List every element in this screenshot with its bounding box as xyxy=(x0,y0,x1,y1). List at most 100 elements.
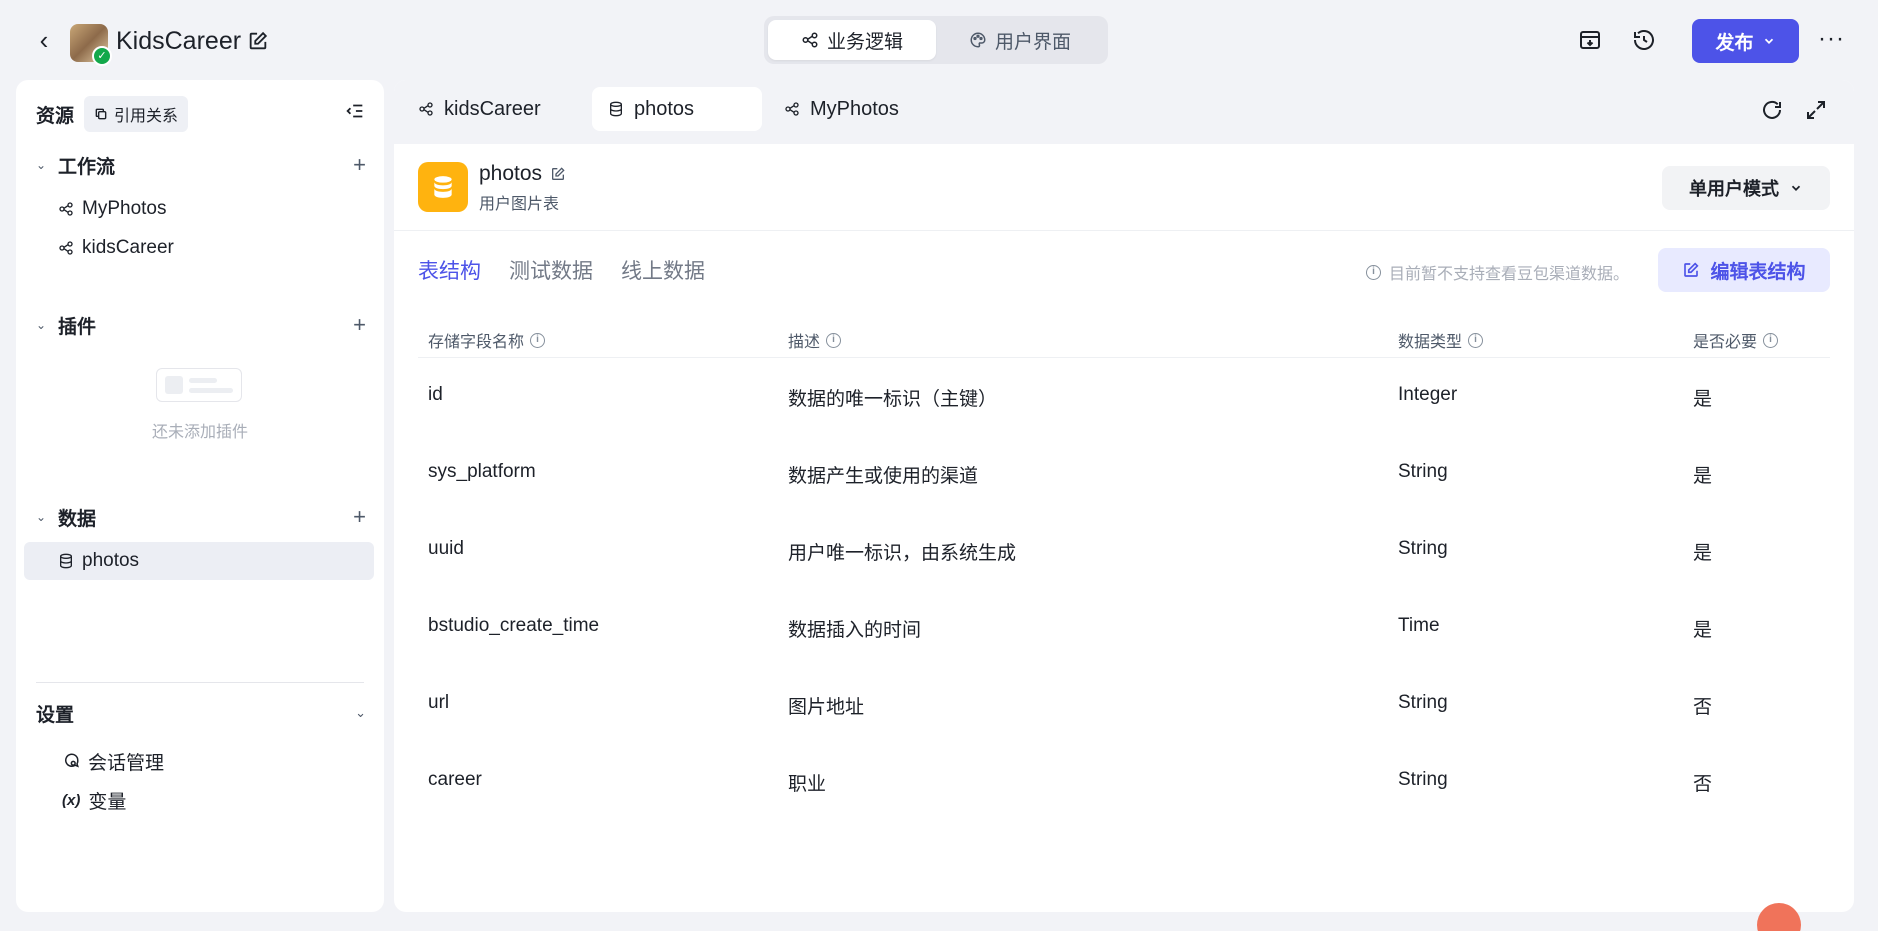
main-panel: kidsCareer photos MyPhotos photos 用户图片表 … xyxy=(394,80,1854,912)
mode-label: 单用户模式 xyxy=(1689,179,1779,199)
chevron-down-icon xyxy=(1791,185,1801,191)
subtab-online-data[interactable]: 线上数据 xyxy=(621,255,705,285)
segment-user-interface[interactable]: 用户界面 xyxy=(936,20,1104,60)
ref-label: 引用关系 xyxy=(114,108,179,125)
sidebar-item-kidscareer[interactable]: kidsCareer xyxy=(24,229,374,267)
database-icon xyxy=(418,162,468,212)
section-workflow[interactable]: ⌄ 工作流 + xyxy=(36,150,366,180)
data-subtabs: 表结构 测试数据 线上数据 xyxy=(418,255,705,285)
resource-description: 用户图片表 xyxy=(479,196,560,213)
sidebar-title: 资源 xyxy=(36,105,75,127)
field-description: 职业 xyxy=(788,774,827,795)
reference-relations-button[interactable]: 引用关系 xyxy=(84,96,189,132)
workflow-icon xyxy=(59,202,73,216)
edit-icon xyxy=(1684,262,1700,277)
collapse-sidebar-icon[interactable] xyxy=(344,100,366,122)
field-name: url xyxy=(428,692,450,713)
copy-link-icon xyxy=(95,108,107,120)
chat-settings-icon xyxy=(65,753,79,768)
sidebar-item-label: photos xyxy=(82,550,140,571)
variable-icon: (x) xyxy=(62,791,81,809)
history-icon[interactable] xyxy=(1632,28,1656,52)
field-required: 是 xyxy=(1693,620,1713,641)
section-label: 数据 xyxy=(58,508,97,530)
add-data-icon[interactable]: + xyxy=(353,504,366,530)
field-description: 用户唯一标识，由系统生成 xyxy=(788,543,1017,564)
tab-label: MyPhotos xyxy=(810,97,899,120)
top-bar: ‹ ✓ KidsCareer 业务逻辑 用户界面 发布 ··· xyxy=(0,0,1878,80)
sidebar-item-label: 会话管理 xyxy=(88,752,165,774)
sidebar-item-photos[interactable]: photos xyxy=(24,542,374,580)
field-name: id xyxy=(428,384,443,405)
column-header-description: 描述 i xyxy=(788,328,842,352)
app-title: KidsCareer xyxy=(116,27,242,55)
sidebar-item-label: kidsCareer xyxy=(82,237,174,258)
schema-table: 存储字段名称 i 描述 i 数据类型 i 是否必要 i id 数据的唯一标识（主… xyxy=(418,320,1830,820)
section-label: 设置 xyxy=(36,704,75,726)
divider xyxy=(394,230,1854,231)
workflow-icon xyxy=(419,102,433,116)
section-label: 插件 xyxy=(58,316,97,338)
info-icon: i xyxy=(1366,264,1381,280)
info-icon[interactable]: i xyxy=(826,332,842,348)
divider xyxy=(36,682,364,683)
table-row: id 数据的唯一标识（主键） Integer 是 xyxy=(418,358,1830,435)
mode-segmented-control: 业务逻辑 用户界面 xyxy=(764,16,1108,64)
edit-table-structure-button[interactable]: 编辑表结构 xyxy=(1658,248,1830,292)
field-type: String xyxy=(1398,538,1448,559)
segment-label: 业务逻辑 xyxy=(826,31,903,53)
add-workflow-icon[interactable]: + xyxy=(353,152,366,178)
field-type: String xyxy=(1398,769,1448,790)
tab-kidscareer[interactable]: kidsCareer xyxy=(402,87,557,131)
field-name: career xyxy=(428,769,482,790)
fullscreen-icon[interactable] xyxy=(1804,98,1828,122)
section-data[interactable]: ⌄ 数据 + xyxy=(36,502,366,532)
sidebar-item-variables[interactable]: (x) 变量 xyxy=(24,781,374,819)
palette-icon xyxy=(970,32,986,48)
table-header: 存储字段名称 i 描述 i 数据类型 i 是否必要 i xyxy=(418,320,1830,358)
table-row: career 职业 String 否 xyxy=(418,743,1830,820)
subtab-test-data[interactable]: 测试数据 xyxy=(509,255,593,285)
tab-photos[interactable]: photos xyxy=(592,87,762,131)
add-plugin-icon[interactable]: + xyxy=(353,312,366,338)
resource-name: photos xyxy=(479,162,566,186)
field-required: 否 xyxy=(1693,697,1713,718)
table-row: url 图片地址 String 否 xyxy=(418,666,1830,743)
info-icon[interactable]: i xyxy=(530,332,546,348)
more-icon[interactable]: ··· xyxy=(1818,26,1845,52)
field-name: sys_platform xyxy=(428,461,536,482)
section-settings[interactable]: 设置 ⌄ xyxy=(36,698,366,728)
subtab-table-structure[interactable]: 表结构 xyxy=(418,255,481,285)
section-label: 工作流 xyxy=(58,156,116,178)
column-header-required: 是否必要 i xyxy=(1693,328,1779,352)
edit-label: 编辑表结构 xyxy=(1710,261,1806,283)
editor-tab-bar: kidsCareer photos MyPhotos xyxy=(394,80,1854,144)
field-type: String xyxy=(1398,692,1448,713)
publish-button[interactable]: 发布 xyxy=(1692,19,1799,63)
workflow-icon xyxy=(59,241,73,255)
archive-icon[interactable] xyxy=(1578,28,1602,52)
tab-label: photos xyxy=(634,97,695,120)
tab-myphotos[interactable]: MyPhotos xyxy=(768,87,915,131)
edit-icon[interactable] xyxy=(550,166,566,182)
info-icon[interactable]: i xyxy=(1763,332,1779,348)
field-name: bstudio_create_time xyxy=(428,615,600,636)
user-mode-select[interactable]: 单用户模式 xyxy=(1662,166,1830,210)
column-header-name: 存储字段名称 i xyxy=(428,328,546,352)
field-type: Time xyxy=(1398,615,1440,636)
section-plugin[interactable]: ⌄ 插件 + xyxy=(36,310,366,340)
chevron-down-icon: ⌄ xyxy=(36,318,47,332)
sidebar-item-session-management[interactable]: 会话管理 xyxy=(24,742,374,780)
field-required: 是 xyxy=(1693,543,1713,564)
edit-icon[interactable] xyxy=(247,30,269,52)
back-button[interactable]: ‹ xyxy=(32,26,56,54)
sidebar-item-label: MyPhotos xyxy=(82,198,167,219)
workflow-icon xyxy=(785,102,799,116)
publish-label: 发布 xyxy=(1715,32,1754,54)
segment-business-logic[interactable]: 业务逻辑 xyxy=(768,20,936,60)
resource-sidebar: 资源 引用关系 ⌄ 工作流 + MyPhotos kidsCareer ⌄ 插件… xyxy=(16,80,384,912)
sidebar-item-myphotos[interactable]: MyPhotos xyxy=(24,190,374,228)
refresh-icon[interactable] xyxy=(1760,98,1784,122)
info-icon[interactable]: i xyxy=(1468,332,1484,348)
window-edge xyxy=(1868,0,1878,931)
